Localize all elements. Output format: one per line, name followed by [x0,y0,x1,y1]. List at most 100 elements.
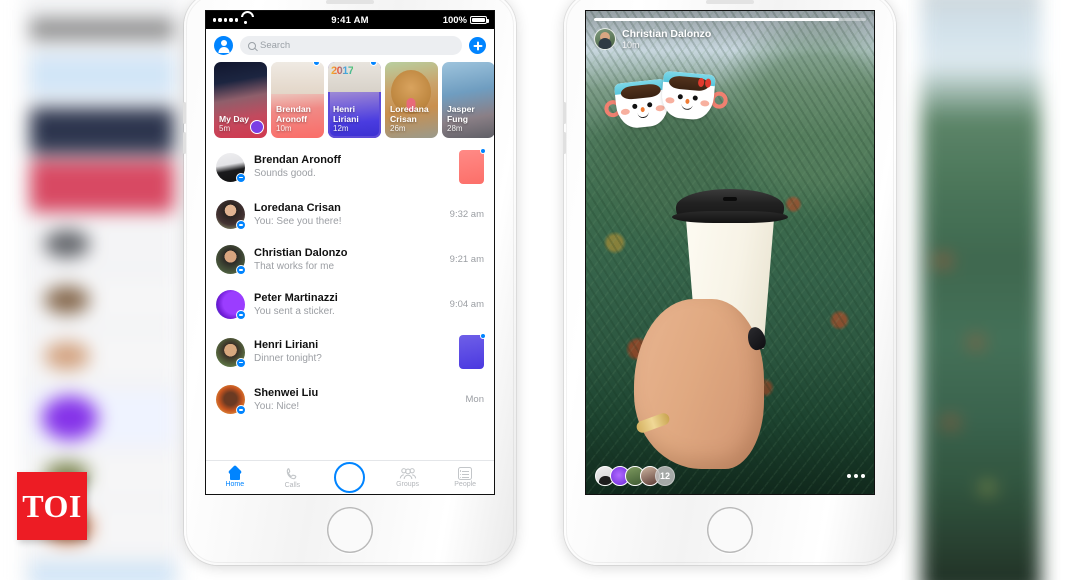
cup-lid-rim [672,211,788,223]
story-time: 10m [276,124,292,133]
volume-up-button[interactable] [183,102,186,124]
chat-time: 9:04 am [449,299,484,310]
tab-groups[interactable]: Groups [379,467,437,488]
chat-name: Loredana Crisan [254,201,341,214]
status-bar-time: 9:41 AM [331,14,369,26]
bottom-tab-bar[interactable]: Home Calls Groups People [206,460,494,494]
story-card[interactable]: My Day 5m [214,62,267,138]
chat-time: 9:21 am [449,254,484,265]
story-name: Brendan Aronoff [276,104,311,124]
chat-name: Peter Martinazzi [254,291,338,304]
chat-time: 9:32 am [449,209,484,220]
chat-snippet: You: See you there! [254,215,342,227]
story-progress-fill [594,18,839,21]
tab-people[interactable]: People [436,467,494,488]
unread-dot-icon [480,333,486,339]
tab-calls[interactable]: Calls [264,467,322,489]
messenger-header: Search [206,29,494,61]
earpiece-speaker [326,0,374,4]
story-name: Jasper Fung [447,104,475,124]
avatar [216,337,246,368]
story-viewers-list[interactable]: 12 [595,466,675,486]
chat-list[interactable]: Brendan Aronoff Sounds good. Loredana Cr… [206,142,494,422]
chat-row[interactable]: Christian Dalonzo That works for me 9:21… [206,237,494,282]
toi-watermark-text: TOI [22,487,82,524]
story-card[interactable]: Brendan Aronoff 10m [271,62,324,138]
story-progress-bar [594,18,866,21]
chat-snippet: That works for me [254,260,335,272]
signal-dots-icon [213,18,238,22]
chat-row[interactable]: Loredana Crisan You: See you there! 9:32… [206,192,494,237]
tab-home-label: Home [225,481,245,488]
sticker-bow-icon [698,78,712,88]
volume-down-button[interactable] [183,132,186,154]
viewer-count-badge[interactable]: 12 [655,466,675,486]
groups-icon [399,467,417,480]
home-button[interactable] [707,507,753,553]
chat-row[interactable]: Henri Liriani Dinner tonight? [206,327,494,377]
home-button[interactable] [327,507,373,553]
blurred-phone-right [921,0,1041,580]
story-time: 26m [390,124,406,133]
stories-row[interactable]: My Day 5m Brendan Aronoff 10m 2017 Henri… [206,61,494,142]
wifi-icon [241,17,250,24]
chat-snippet: You sent a sticker. [254,305,335,317]
sticker-face-right [660,70,716,122]
messenger-badge-icon [236,220,246,230]
more-horizontal-icon[interactable] [847,474,865,478]
story-top-overlay: Christian Dalonzo 10m [586,11,874,51]
tab-calls-label: Calls [284,481,301,489]
right-phone-screen: Christian Dalonzo 10m 12 [585,10,875,495]
chat-name: Shenwei Liu [254,386,319,399]
messenger-badge-icon [236,172,246,183]
earpiece-speaker [706,0,754,4]
story-author-block[interactable]: Christian Dalonzo 10m [594,28,866,51]
camera-shutter-icon[interactable] [334,462,366,493]
story-card[interactable]: 2017 Henri Liriani 12m [328,62,381,138]
story-age: 10m [622,39,640,50]
tab-people-label: People [454,481,477,488]
unread-dot-icon [480,148,486,154]
chat-snippet: You: Nice! [254,400,300,412]
story-author-avatar [594,28,616,51]
iphone-right-device: Christian Dalonzo 10m 12 [563,0,896,565]
add-story-badge[interactable] [250,120,264,134]
messenger-badge-icon [236,310,246,320]
avatar [216,200,246,230]
search-icon [248,41,256,50]
messenger-badge-icon [236,405,246,415]
story-thumbnail[interactable] [459,333,486,369]
tab-camera[interactable] [321,462,379,493]
chat-row[interactable]: Shenwei Liu You: Nice! Mon [206,377,494,422]
home-icon [227,467,242,480]
left-phone-screen: 9:41 AM 100% Search My Day 5m Brendan Ar… [205,10,495,495]
story-card[interactable]: Loredana Crisan 26m [385,62,438,138]
coffee-cup-photo-subject [634,189,790,469]
profile-avatar-icon[interactable] [214,36,233,55]
people-list-icon [458,467,473,480]
volume-down-button[interactable] [563,132,566,154]
story-card[interactable]: Jasper Fung 28m [442,62,494,138]
story-viewer[interactable]: Christian Dalonzo 10m 12 [586,11,874,494]
plus-compose-icon[interactable] [469,37,486,54]
tab-home[interactable]: Home [206,467,264,488]
battery-percent-label: 100% [442,14,468,26]
chat-name: Brendan Aronoff [254,154,341,166]
chat-time: Mon [465,394,484,405]
status-bar: 9:41 AM 100% [206,11,494,29]
search-input[interactable]: Search [240,36,462,55]
story-bottom-overlay: 12 [586,458,874,494]
phone-icon [285,467,299,481]
volume-up-button[interactable] [563,102,566,124]
messenger-badge-icon [236,265,246,275]
story-name: Henri Liriani [333,104,359,124]
tab-groups-label: Groups [396,481,420,488]
story-thumbnail[interactable] [459,148,486,184]
toi-watermark-logo: TOI [17,472,87,540]
story-thumb-art [271,62,324,94]
chat-row[interactable]: Peter Martinazzi You sent a sticker. 9:0… [206,282,494,327]
chat-name: Henri Liriani [254,339,319,351]
chat-row[interactable]: Brendan Aronoff Sounds good. [206,142,494,192]
snowman-coffee-cup-sticker-right[interactable] [656,64,729,125]
chat-snippet: Sounds good. [254,168,316,179]
